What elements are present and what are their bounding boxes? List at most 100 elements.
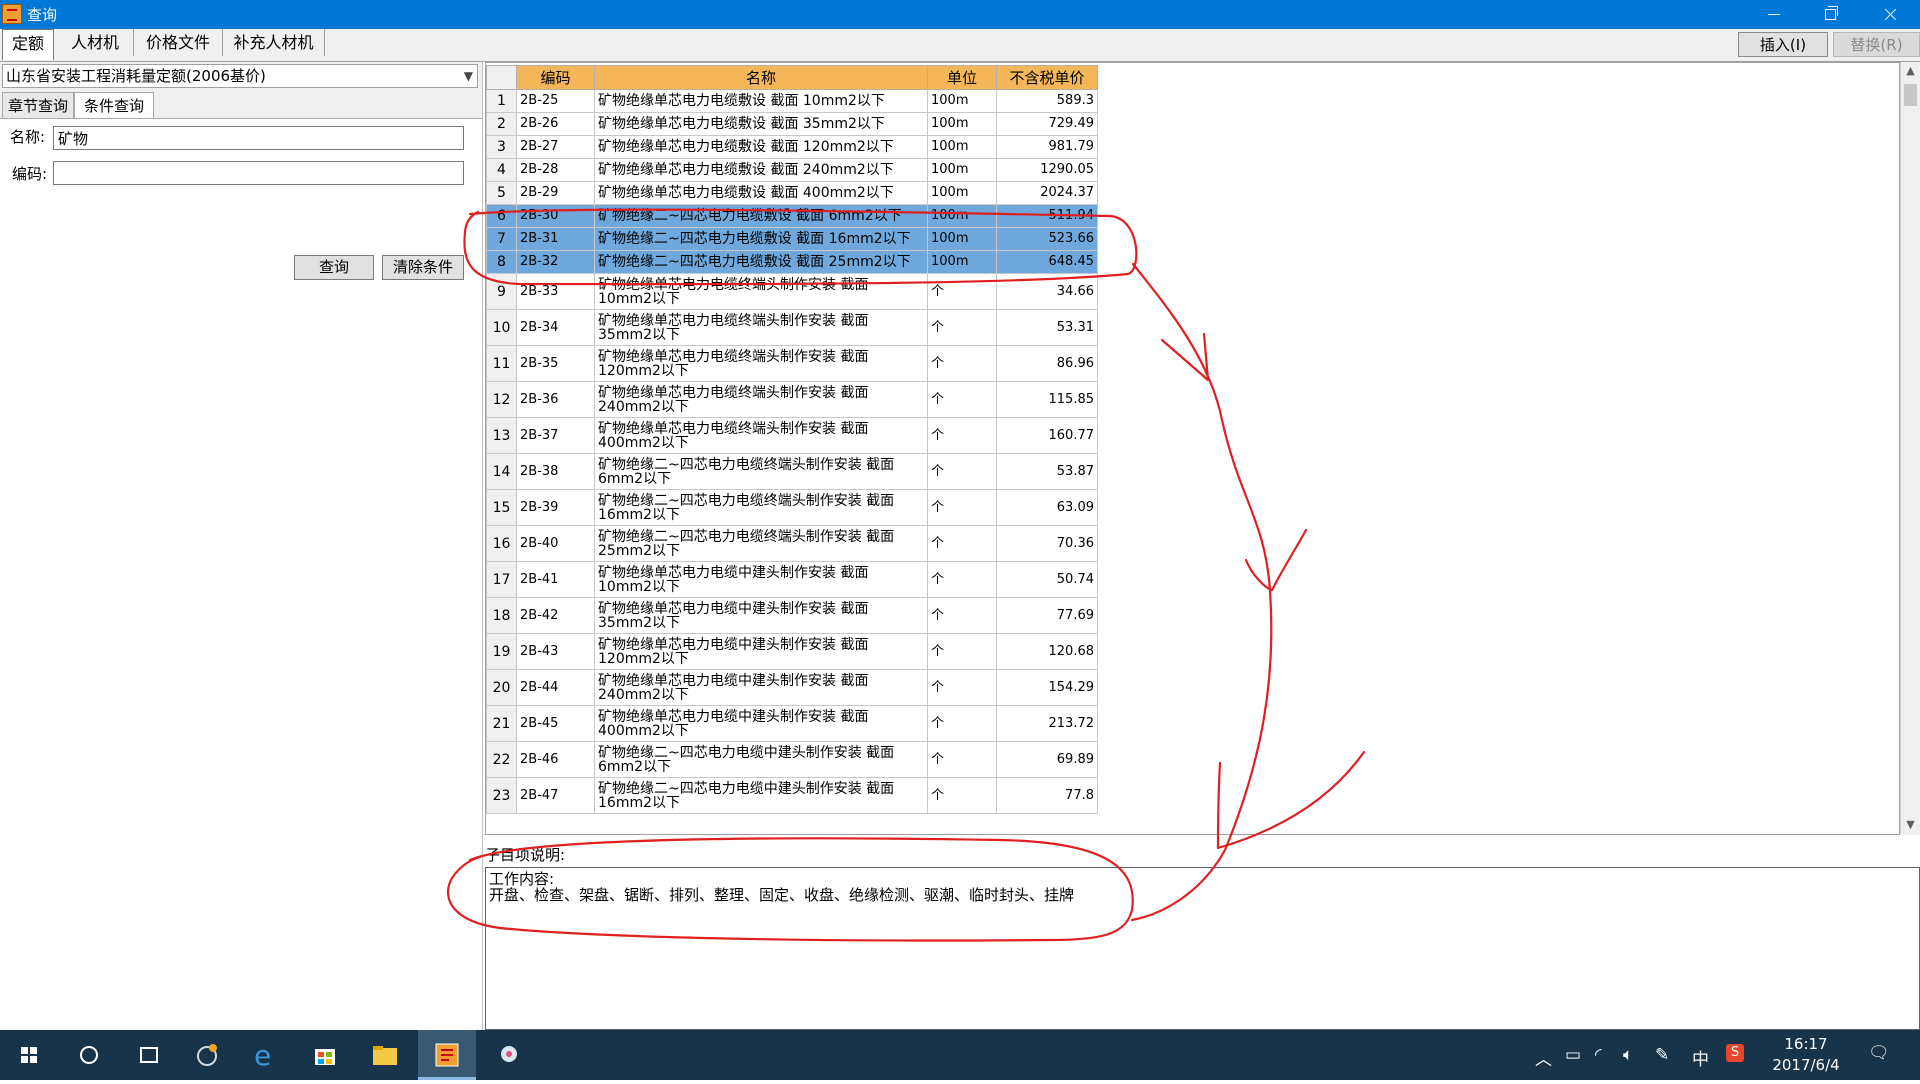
table-row[interactable]: 17 2B-41 矿物绝缘单芯电力电缆中建头制作安装 截面 10mm2以下个 50.7… — [486, 561, 1098, 598]
clock-time[interactable]: 16:17 — [1776, 1035, 1836, 1053]
taskbar-store[interactable] — [296, 1030, 354, 1080]
left-panel: 山东省安装工程消耗量定额(2006基价) ▼ 章节查询 条件查询 名称: 编码:… — [0, 62, 483, 1031]
clock-date[interactable]: 2017/6/4 — [1768, 1056, 1844, 1074]
query-button[interactable]: 查询 — [294, 255, 374, 280]
row-number-cell: 3 — [486, 135, 517, 159]
table-row[interactable]: 2 2B-26 矿物绝缘单芯电力电缆敷设 截面 35mm2以下 100m 729.49 — [486, 112, 1098, 136]
sogou-input-icon[interactable]: S — [1726, 1044, 1744, 1062]
quota-library-select[interactable]: 山东省安装工程消耗量定额(2006基价) ▼ — [2, 64, 478, 88]
name-cell: 矿物绝缘二~四芯电力电缆中建头制作安装 截面 16mm2以下 — [594, 777, 928, 814]
taskbar-file-explorer[interactable] — [356, 1030, 414, 1080]
tab-chapter-query[interactable]: 章节查询 — [2, 92, 74, 118]
ime-indicator[interactable]: 中 — [1692, 1045, 1709, 1070]
unit-cell: 100m — [927, 181, 997, 205]
scroll-down-icon[interactable]: ▼ — [1901, 818, 1920, 831]
tab-quota[interactable]: 定额 — [2, 29, 54, 60]
task-view-icon — [140, 1047, 158, 1063]
price-cell: 213.72 — [996, 705, 1098, 742]
table-row[interactable]: 15 2B-39 矿物绝缘二~四芯电力电缆终端头制作安装 截面 16mm2以下个 63… — [486, 489, 1098, 526]
taskbar-app-swirl[interactable] — [180, 1030, 238, 1080]
battery-icon[interactable]: ▭ — [1565, 1045, 1581, 1065]
vertical-scrollbar[interactable]: ▲ ▼ — [1900, 62, 1920, 835]
task-view-button[interactable] — [120, 1030, 178, 1080]
price-cell: 63.09 — [996, 489, 1098, 526]
replace-button[interactable]: 替换(R) — [1833, 32, 1920, 57]
unit-cell: 个 — [927, 345, 997, 382]
table-row[interactable]: 1 2B-25 矿物绝缘单芯电力电缆敷设 截面 10mm2以下 100m 589.3 — [486, 89, 1098, 113]
name-input[interactable] — [53, 126, 464, 150]
table-header-row: 编码 名称 单位 不含税单价 — [486, 65, 1098, 90]
code-input[interactable] — [53, 161, 464, 185]
table-row[interactable]: 20 2B-44 矿物绝缘单芯电力电缆中建头制作安装 截面 240mm2以下个 154… — [486, 669, 1098, 706]
unit-cell: 个 — [927, 381, 997, 418]
mascot-app-icon — [501, 1046, 517, 1062]
table-row[interactable]: 23 2B-47 矿物绝缘二~四芯电力电缆中建头制作安装 截面 16mm2以下个 77… — [486, 777, 1098, 814]
column-header-price[interactable]: 不含税单价 — [996, 65, 1098, 90]
table-row[interactable]: 14 2B-38 矿物绝缘二~四芯电力电缆终端头制作安装 截面 6mm2以下个 53.… — [486, 453, 1098, 490]
row-number-cell: 6 — [486, 204, 517, 228]
table-row[interactable]: 22 2B-46 矿物绝缘二~四芯电力电缆中建头制作安装 截面 6mm2以下个 69.… — [486, 741, 1098, 778]
row-number-cell: 13 — [486, 417, 517, 454]
restore-button[interactable] — [1802, 0, 1858, 29]
table-row[interactable]: 11 2B-35 矿物绝缘单芯电力电缆终端头制作安装 截面 120mm2以下个 86.… — [486, 345, 1098, 382]
search-button[interactable] — [60, 1030, 118, 1080]
work-content-text: 开盘、检查、架盘、锯断、排列、整理、固定、收盘、绝缘检测、驱潮、临时封头、挂牌 — [489, 886, 1075, 904]
description-box[interactable]: 工作内容: 开盘、检查、架盘、锯断、排列、整理、固定、收盘、绝缘检测、驱潮、临时… — [485, 867, 1920, 1030]
row-number-cell: 5 — [486, 181, 517, 205]
row-number-cell: 14 — [486, 453, 517, 490]
price-cell: 115.85 — [996, 381, 1098, 418]
unit-cell: 个 — [927, 309, 997, 346]
start-button[interactable] — [0, 1030, 58, 1080]
unit-cell: 个 — [927, 417, 997, 454]
table-row[interactable]: 13 2B-37 矿物绝缘单芯电力电缆终端头制作安装 截面 400mm2以下个 160… — [486, 417, 1098, 454]
insert-button[interactable]: 插入(I) — [1738, 32, 1828, 57]
code-cell: 2B-40 — [516, 525, 595, 562]
tab-condition-query[interactable]: 条件查询 — [74, 92, 154, 118]
name-cell: 矿物绝缘单芯电力电缆终端头制作安装 截面 400mm2以下 — [594, 417, 928, 454]
column-header-name[interactable]: 名称 — [594, 65, 928, 90]
price-cell: 154.29 — [996, 669, 1098, 706]
scroll-up-icon[interactable]: ▲ — [1901, 64, 1920, 77]
chevron-up-icon[interactable]: ︿ — [1535, 1045, 1552, 1070]
price-cell: 69.89 — [996, 741, 1098, 778]
table-row[interactable]: 3 2B-27 矿物绝缘单芯电力电缆敷设 截面 120mm2以下 100m 981.79 — [486, 135, 1098, 159]
taskbar-query-app[interactable] — [418, 1030, 476, 1080]
code-cell: 2B-36 — [516, 381, 595, 418]
table-row[interactable]: 9 2B-33 矿物绝缘单芯电力电缆终端头制作安装 截面 10mm2以下个 34.66 — [486, 273, 1098, 310]
clear-conditions-button[interactable]: 清除条件 — [382, 255, 464, 280]
table-row[interactable]: 7 2B-31 矿物绝缘二~四芯电力电缆敷设 截面 16mm2以下 100m 523.6… — [486, 227, 1098, 251]
column-header-unit[interactable]: 单位 — [927, 65, 997, 90]
minimize-button[interactable] — [1746, 0, 1802, 29]
taskbar-edge[interactable]: e — [236, 1030, 294, 1080]
price-cell: 729.49 — [996, 112, 1098, 136]
name-cell: 矿物绝缘单芯电力电缆终端头制作安装 截面 240mm2以下 — [594, 381, 928, 418]
scrollbar-thumb[interactable] — [1904, 84, 1917, 106]
notification-icon[interactable]: 🗨︎ — [1868, 1043, 1890, 1063]
row-number-cell: 21 — [486, 705, 517, 742]
tab-price-file[interactable]: 价格文件 — [134, 29, 223, 56]
tab-supplement-material[interactable]: 补充人材机 — [223, 29, 325, 56]
name-cell: 矿物绝缘单芯电力电缆中建头制作安装 截面 10mm2以下 — [594, 561, 928, 598]
wifi-icon[interactable]: ◜ — [1595, 1045, 1602, 1065]
name-cell: 矿物绝缘单芯电力电缆敷设 截面 10mm2以下 — [594, 89, 928, 113]
volume-icon[interactable]: 🔈︎ — [1623, 1045, 1633, 1065]
table-row[interactable]: 19 2B-43 矿物绝缘单芯电力电缆中建头制作安装 截面 120mm2以下个 120… — [486, 633, 1098, 670]
table-row[interactable]: 16 2B-40 矿物绝缘二~四芯电力电缆终端头制作安装 截面 25mm2以下个 70… — [486, 525, 1098, 562]
name-cell: 矿物绝缘单芯电力电缆终端头制作安装 截面 120mm2以下 — [594, 345, 928, 382]
column-header-code[interactable]: 编码 — [516, 65, 595, 90]
table-row[interactable]: 4 2B-28 矿物绝缘单芯电力电缆敷设 截面 240mm2以下 100m 1290.0… — [486, 158, 1098, 182]
table-row[interactable]: 8 2B-32 矿物绝缘二~四芯电力电缆敷设 截面 25mm2以下 100m 648.4… — [486, 250, 1098, 274]
taskbar-app-mascot[interactable] — [480, 1030, 538, 1080]
table-row[interactable]: 6 2B-30 矿物绝缘二~四芯电力电缆敷设 截面 6mm2以下 100m 511.94 — [486, 204, 1098, 228]
window-title: 查询 — [27, 6, 58, 24]
code-cell: 2B-27 — [516, 135, 595, 159]
close-button[interactable] — [1862, 0, 1918, 29]
table-row[interactable]: 12 2B-36 矿物绝缘单芯电力电缆终端头制作安装 截面 240mm2以下个 115… — [486, 381, 1098, 418]
table-row[interactable]: 18 2B-42 矿物绝缘单芯电力电缆中建头制作安装 截面 35mm2以下个 77.6… — [486, 597, 1098, 634]
table-row[interactable]: 10 2B-34 矿物绝缘单芯电力电缆终端头制作安装 截面 35mm2以下个 53.3… — [486, 309, 1098, 346]
tab-labor-material-machine[interactable]: 人材机 — [57, 29, 134, 56]
table-row[interactable]: 21 2B-45 矿物绝缘单芯电力电缆中建头制作安装 截面 400mm2以下个 213… — [486, 705, 1098, 742]
pen-icon[interactable]: ✎ — [1655, 1045, 1669, 1065]
table-row[interactable]: 5 2B-29 矿物绝缘单芯电力电缆敷设 截面 400mm2以下 100m 2024.3… — [486, 181, 1098, 205]
swirl-app-icon — [197, 1044, 217, 1066]
